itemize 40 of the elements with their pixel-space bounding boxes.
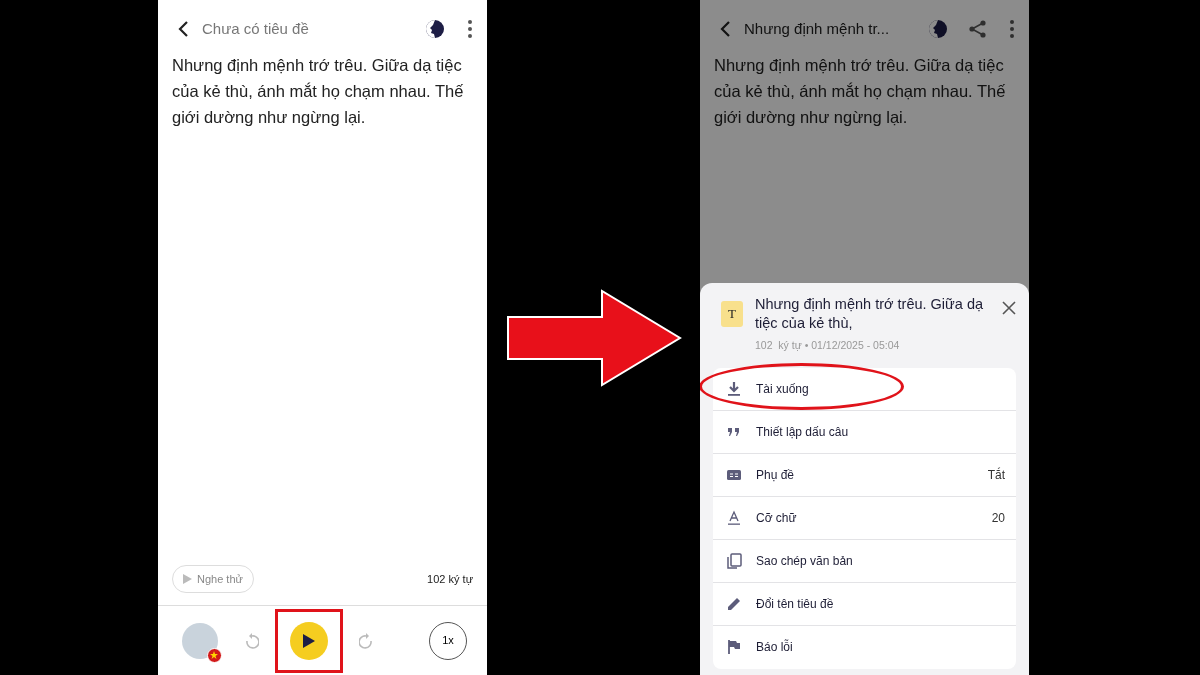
font-size-icon bbox=[726, 509, 742, 526]
voice-icon[interactable] bbox=[425, 19, 445, 39]
menu-label: Phụ đề bbox=[756, 466, 796, 484]
body-text: Nhưng định mệnh trớ trêu. Giữa dạ tiệc của kẻ thù, ánh mắt họ chạm nhau. Thế giới dường như ngừng lại. bbox=[171, 55, 465, 128]
share-icon[interactable] bbox=[968, 19, 987, 39]
close-icon[interactable] bbox=[1002, 301, 1016, 315]
sheet-meta: 102 ký tự • 01/12/2025 - 05:04 bbox=[755, 338, 901, 353]
more-icon[interactable] bbox=[1009, 19, 1015, 39]
menu-item[interactable]: Đổi tên tiêu đề bbox=[713, 582, 1016, 626]
menu-item[interactable]: Tài xuống bbox=[713, 367, 1016, 411]
play-button[interactable] bbox=[290, 621, 328, 660]
screen-title: Chưa có tiêu đề bbox=[202, 18, 310, 39]
menu-item[interactable]: Phụ đề Tắt bbox=[713, 453, 1016, 497]
body-text: Nhưng định mệnh trớ trêu. Giữa dạ tiệc của kẻ thù, ánh mắt họ chạm nhau. Thế giới dường như ngừng lại. bbox=[713, 55, 1007, 128]
flag-icon bbox=[726, 639, 742, 656]
speed-button[interactable]: 1x bbox=[429, 621, 467, 660]
menu-label: Cỡ chữ bbox=[756, 509, 798, 527]
sheet-title: Nhưng định mệnh trớ trêu. Giữa dạ tiệc của kẻ thù, bbox=[755, 295, 984, 333]
download-icon bbox=[726, 380, 742, 397]
character-count: 102 ký tự bbox=[427, 571, 473, 587]
menu-label: Tài xuống bbox=[756, 380, 810, 398]
play-icon bbox=[183, 573, 192, 584]
back-icon[interactable] bbox=[176, 19, 190, 39]
text-file-icon: T bbox=[721, 301, 743, 327]
menu-item[interactable]: Báo lỗi bbox=[713, 625, 1016, 669]
more-icon[interactable] bbox=[467, 19, 473, 39]
menu-value: Tắt bbox=[987, 466, 1005, 484]
menu-item[interactable]: Sao chép văn bản bbox=[713, 539, 1016, 583]
menu-label: Báo lỗi bbox=[756, 638, 794, 657]
menu-label: Sao chép văn bản bbox=[756, 552, 854, 570]
screen-title: Nhưng định mệnh tr... bbox=[744, 18, 891, 39]
menu-label: Đổi tên tiêu đề bbox=[756, 595, 835, 613]
menu-label: Thiết lập dấu câu bbox=[756, 423, 850, 441]
menu-item[interactable]: Thiết lập dấu câu bbox=[713, 410, 1016, 454]
play-icon bbox=[303, 633, 315, 648]
menu-item[interactable]: Cỡ chữ 20 bbox=[713, 496, 1016, 540]
preview-button[interactable]: Nghe thử bbox=[172, 564, 254, 593]
menu-value: 20 bbox=[991, 509, 1005, 527]
pencil-icon bbox=[726, 595, 742, 612]
copy-icon bbox=[726, 552, 742, 569]
